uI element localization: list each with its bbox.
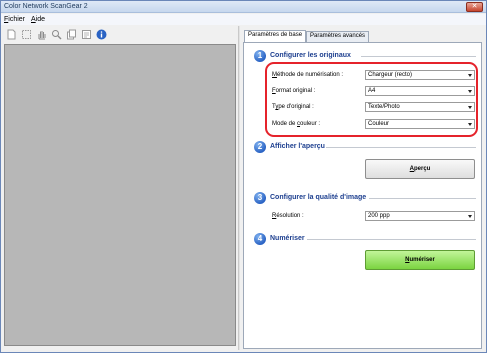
copy-icon[interactable]: [66, 29, 77, 40]
section-3-divider: [369, 198, 476, 199]
info-icon[interactable]: [96, 29, 107, 40]
resolution-label-text: ésolution :: [276, 213, 304, 219]
section-1-number: 1: [254, 50, 266, 62]
zoom-icon[interactable]: [51, 29, 62, 40]
menu-aide-label: ide: [35, 16, 46, 23]
section-4-title: Numériser: [270, 235, 305, 242]
scan-button[interactable]: Numériser: [365, 250, 475, 270]
preview-button[interactable]: Aperçu: [365, 159, 475, 179]
menu-aide[interactable]: Aide: [31, 16, 45, 23]
toolbar: [1, 26, 237, 43]
section-4-number: 4: [254, 233, 266, 245]
menu-fichier[interactable]: Fichier: [4, 16, 25, 23]
section-1-title: Configurer les originaux: [270, 52, 351, 59]
pane-splitter[interactable]: [238, 26, 240, 350]
section-3-number: 3: [254, 192, 266, 204]
multi-page-icon[interactable]: [81, 29, 92, 40]
select-area-icon[interactable]: [21, 29, 32, 40]
new-page-icon[interactable]: [6, 29, 17, 40]
section-2-number: 2: [254, 141, 266, 153]
close-button[interactable]: ✕: [466, 2, 483, 12]
resolution-label: Résolution :: [272, 213, 304, 219]
title-bar: Color Network ScanGear 2 ✕: [1, 1, 486, 13]
section-2-title: Afficher l'aperçu: [270, 143, 325, 150]
hand-pan-icon[interactable]: [36, 29, 47, 40]
menu-bar: Fichier Aide: [1, 14, 486, 25]
preview-area[interactable]: [4, 44, 236, 346]
resolution-select[interactable]: 200 ppp: [365, 211, 475, 221]
tab-parametres-de-base[interactable]: Paramètres de base: [244, 30, 307, 42]
preview-button-label: perçu: [414, 166, 431, 172]
section-2-divider: [326, 147, 476, 148]
menu-fichier-label: ichier: [8, 16, 26, 23]
tab-parametres-avances[interactable]: Paramètres avancés: [306, 31, 370, 42]
highlight-outline: [265, 62, 478, 137]
app-window: Color Network ScanGear 2 ✕ Fichier Aide: [0, 0, 487, 353]
window-title: Color Network ScanGear 2: [4, 3, 88, 10]
resolution-value: 200 ppp: [368, 213, 390, 219]
chevron-down-icon: [468, 215, 472, 218]
section-4-divider: [307, 239, 476, 240]
scan-button-label: umériser: [409, 257, 435, 263]
section-1-divider: [361, 56, 476, 57]
section-3-title: Configurer la qualité d'image: [270, 194, 367, 201]
